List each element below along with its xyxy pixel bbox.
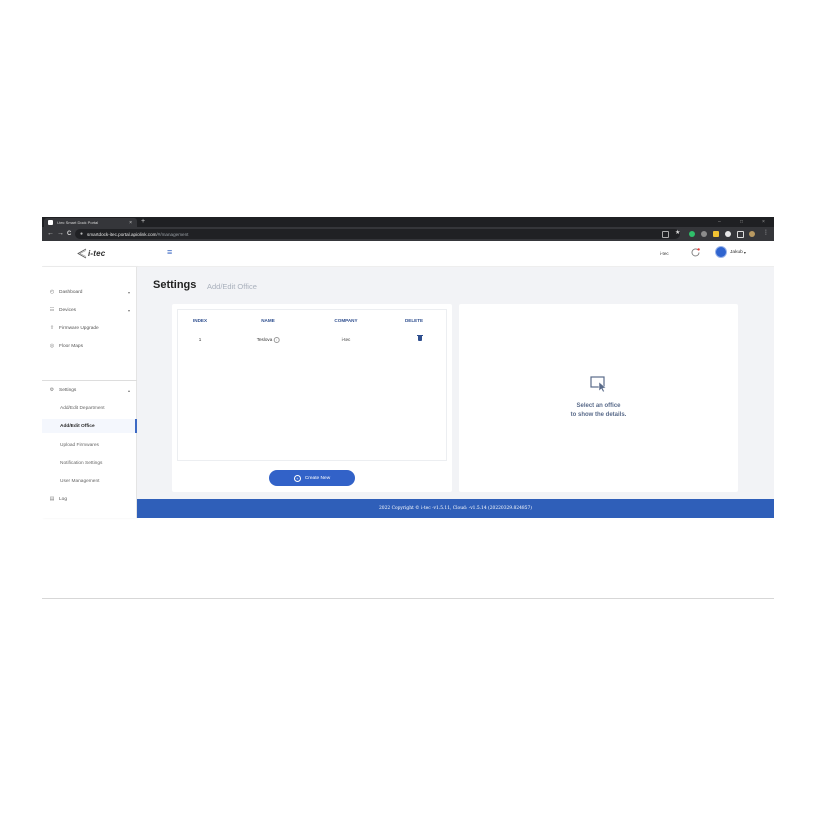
new-tab-button[interactable]: + — [141, 217, 145, 227]
page-title: Settings — [153, 279, 197, 291]
devices-icon: ☷ — [49, 307, 55, 313]
extension-green-icon[interactable] — [689, 231, 695, 237]
tab-title: i-tec Smart Dock Portal — [57, 220, 99, 225]
sidebar-item-dashboard[interactable]: ◴ Dashboard ▾ — [42, 286, 137, 298]
url-host: smartdock-itec.portal.apiolink.com — [87, 231, 157, 237]
log-icon: ▤ — [49, 496, 55, 502]
maximize-button[interactable]: □ — [740, 217, 743, 227]
organization-name[interactable]: i-tec — [660, 251, 669, 256]
column-header-delete: DELETE — [404, 318, 424, 323]
more-menu-icon[interactable]: ⋮ — [763, 229, 769, 236]
table-cell-name[interactable]: Teslova i — [257, 337, 280, 343]
trash-icon[interactable] — [417, 334, 423, 341]
app-header: i-tec ≡ i-tec Jakub ▾ — [42, 241, 774, 267]
sidebar: ◴ Dashboard ▾ ☷ Devices ▾ ⇪ Firmware Upg… — [42, 267, 137, 518]
browser-tab-bar: i-tec Smart Dock Portal × + – □ × — [42, 217, 774, 227]
chevron-up-icon: ▴ — [127, 387, 130, 393]
sidebar-item-label: Dashboard — [59, 289, 83, 295]
back-button[interactable]: ← — [47, 227, 54, 241]
column-header-name: NAME — [261, 318, 275, 323]
window-icon[interactable] — [737, 231, 744, 238]
sidebar-subitem-upload-firmwares[interactable]: Upload Firmwares — [42, 438, 137, 452]
sidebar-subitem-label: Notification Settings — [60, 460, 103, 466]
refresh-icon[interactable] — [690, 247, 701, 258]
sidebar-subitem-add-edit-department[interactable]: Add/Edit Department — [42, 401, 137, 415]
create-new-button[interactable]: + Create New — [269, 470, 355, 486]
sidebar-item-settings[interactable]: ⚙ Settings ▴ — [42, 384, 137, 396]
browser-tab[interactable]: i-tec Smart Dock Portal × — [44, 218, 137, 227]
sidebar-subitem-label: Add/Edit Office — [60, 423, 95, 429]
firmware-icon: ⇪ — [49, 325, 55, 331]
column-header-company: COMPANY — [334, 318, 358, 323]
table-cell-index: 1 — [198, 337, 202, 342]
empty-details-message: Select an office to show the details. — [459, 402, 738, 420]
office-name: Teslova — [256, 337, 273, 343]
extension-puzzle-icon[interactable] — [725, 231, 731, 237]
chevron-down-icon: ▾ — [743, 249, 746, 255]
info-icon[interactable]: i — [273, 337, 280, 343]
avatar — [715, 246, 727, 258]
details-line-2: to show the details. — [570, 412, 627, 418]
browser-window: i-tec Smart Dock Portal × + – □ × ← → C … — [42, 217, 774, 599]
chevron-down-icon: ▾ — [127, 289, 130, 295]
bookmark-star-icon[interactable]: ★ — [675, 229, 680, 236]
office-details-card: Select an office to show the details. — [459, 304, 738, 492]
sidebar-item-label: Floor Maps — [59, 343, 83, 349]
sidebar-item-devices[interactable]: ☷ Devices ▾ — [42, 304, 137, 316]
address-bar[interactable]: ● smartdock-itec.portal.apiolink.com/#/m… — [75, 229, 680, 239]
extension-yellow-icon[interactable] — [713, 231, 719, 237]
sidebar-item-firmware-upgrade[interactable]: ⇪ Firmware Upgrade — [42, 322, 137, 334]
sidebar-subitem-label: Upload Firmwares — [60, 442, 99, 448]
office-list-card: INDEX NAME COMPANY DELETE 1 Teslova i i-t… — [172, 304, 452, 492]
sidebar-item-floor-maps[interactable]: ◎ Floor Maps — [42, 340, 137, 352]
url-path: /#/management — [156, 231, 189, 237]
sidebar-item-label: Devices — [59, 307, 77, 313]
sidebar-subitem-user-management[interactable]: User Management — [42, 474, 137, 488]
logo-mark-icon — [77, 248, 87, 259]
chevron-down-icon: ▾ — [127, 307, 130, 313]
sidebar-divider — [42, 380, 137, 381]
menu-toggle-icon[interactable]: ≡ — [167, 248, 172, 257]
map-icon: ◎ — [49, 343, 55, 349]
table-cell-company: i-tec — [341, 337, 351, 342]
reload-button[interactable]: C — [67, 227, 71, 241]
plus-circle-icon: + — [293, 474, 301, 482]
office-table: INDEX NAME COMPANY DELETE 1 Teslova i i-t… — [177, 309, 447, 461]
create-new-label: Create New — [304, 475, 331, 481]
lock-icon: ● — [80, 231, 84, 237]
sidebar-item-log[interactable]: ▤ Log — [42, 493, 137, 505]
gear-icon: ⚙ — [49, 387, 55, 393]
share-icon[interactable] — [662, 231, 669, 238]
sidebar-subitem-notification-settings[interactable]: Notification Settings — [42, 456, 137, 470]
favicon-icon — [48, 220, 53, 225]
sidebar-subitem-label: User Management — [60, 478, 100, 484]
user-name: Jakub — [730, 249, 743, 255]
user-menu[interactable]: Jakub ▾ — [715, 246, 746, 258]
breadcrumb: Add/Edit Office — [207, 282, 257, 291]
logo-text: i-tec — [88, 249, 106, 258]
browser-toolbar: ← → C ● smartdock-itec.portal.apiolink.c… — [42, 227, 774, 241]
extension-grey-icon[interactable] — [701, 231, 707, 237]
sidebar-item-label: Log — [59, 496, 68, 502]
forward-button[interactable]: → — [57, 227, 64, 241]
sidebar-item-label: Settings — [59, 387, 77, 393]
sidebar-item-label: Firmware Upgrade — [59, 325, 99, 331]
close-window-button[interactable]: × — [762, 217, 765, 227]
details-line-1: Select an office — [576, 403, 621, 409]
cursor-select-icon — [590, 376, 607, 392]
dashboard-icon: ◴ — [49, 289, 55, 295]
tab-close-icon[interactable]: × — [129, 220, 132, 226]
sidebar-subitem-add-edit-office[interactable]: Add/Edit Office — [42, 419, 137, 433]
profile-icon[interactable] — [749, 231, 755, 237]
logo[interactable]: i-tec — [76, 248, 105, 259]
url-text: smartdock-itec.portal.apiolink.com/#/man… — [87, 232, 188, 237]
column-header-index: INDEX — [192, 318, 208, 323]
sidebar-subitem-label: Add/Edit Department — [60, 405, 105, 411]
footer: 2022 Copyright © i-tec -v1.5.11, Cloud: … — [137, 499, 774, 518]
minimize-button[interactable]: – — [718, 217, 721, 227]
